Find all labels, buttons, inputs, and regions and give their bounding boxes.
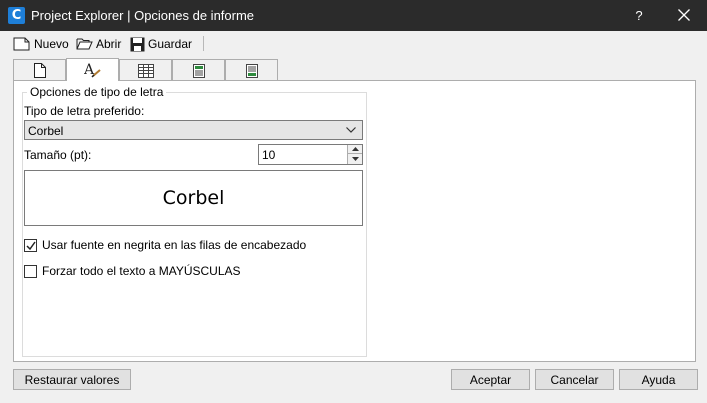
header-rows-icon	[192, 63, 205, 78]
size-value: 10	[262, 148, 276, 162]
close-icon	[678, 9, 690, 21]
preferred-font-label: Tipo de letra preferido:	[24, 104, 145, 118]
cancel-button[interactable]: Cancelar	[535, 369, 614, 390]
preferred-font-select[interactable]: Corbel	[24, 120, 363, 140]
title-bar: C Project Explorer | Opciones de informe…	[0, 0, 707, 31]
footer-rows-icon	[245, 63, 258, 78]
save-label: Guardar	[148, 37, 193, 51]
close-button[interactable]	[669, 0, 699, 31]
arrow-up-icon	[351, 147, 359, 151]
open-label: Abrir	[96, 37, 122, 51]
uppercase-checkbox[interactable]	[24, 264, 37, 278]
toolbar-separator	[203, 36, 204, 51]
help-button[interactable]: Ayuda	[619, 369, 698, 390]
new-label: Nuevo	[34, 37, 69, 51]
accept-button[interactable]: Aceptar	[451, 369, 530, 390]
arrow-down-icon	[351, 157, 359, 161]
title-help-button[interactable]: ?	[626, 0, 652, 31]
document-icon	[33, 63, 46, 78]
uppercase-option[interactable]: Forzar todo el texto a MAYÚSCULAS	[24, 264, 241, 278]
spinner-buttons	[347, 145, 362, 164]
size-increment-button[interactable]	[347, 145, 362, 154]
size-decrement-button[interactable]	[347, 154, 362, 164]
chevron-down-icon	[346, 127, 356, 133]
group-title: Opciones de tipo de letra	[27, 85, 167, 99]
tab-header[interactable]	[172, 59, 225, 81]
uppercase-label: Forzar todo el texto a MAYÚSCULAS	[42, 264, 241, 278]
restore-defaults-button[interactable]: Restaurar valores	[13, 369, 131, 390]
table-grid-icon	[137, 63, 154, 78]
save-button[interactable]: Guardar	[130, 34, 192, 54]
tab-font[interactable]: A	[66, 58, 119, 81]
preferred-font-value: Corbel	[28, 124, 64, 138]
new-document-icon	[13, 37, 30, 51]
open-folder-icon	[76, 38, 93, 50]
tab-panel: Opciones de tipo de letra Tipo de letra …	[13, 80, 696, 362]
checkmark-icon	[26, 241, 36, 250]
save-disk-icon	[130, 37, 145, 51]
size-spinner[interactable]: 10	[258, 144, 363, 165]
new-button[interactable]: Nuevo	[13, 34, 69, 54]
window-title: Project Explorer | Opciones de informe	[31, 8, 255, 23]
bold-header-label: Usar fuente en negrita en las filas de e…	[42, 238, 307, 252]
app-logo-icon: C	[8, 7, 25, 24]
tab-footer[interactable]	[225, 59, 278, 81]
tab-general[interactable]	[13, 59, 66, 81]
tab-table[interactable]	[119, 59, 172, 81]
open-button[interactable]: Abrir	[76, 34, 121, 54]
size-label: Tamaño (pt):	[24, 148, 92, 162]
bold-header-option[interactable]: Usar fuente en negrita en las filas de e…	[24, 238, 306, 252]
font-format-icon: A	[84, 62, 101, 78]
bold-header-checkbox[interactable]	[24, 238, 37, 252]
font-preview: Corbel	[24, 170, 363, 226]
font-options-group: Opciones de tipo de letra Tipo de letra …	[22, 85, 367, 357]
